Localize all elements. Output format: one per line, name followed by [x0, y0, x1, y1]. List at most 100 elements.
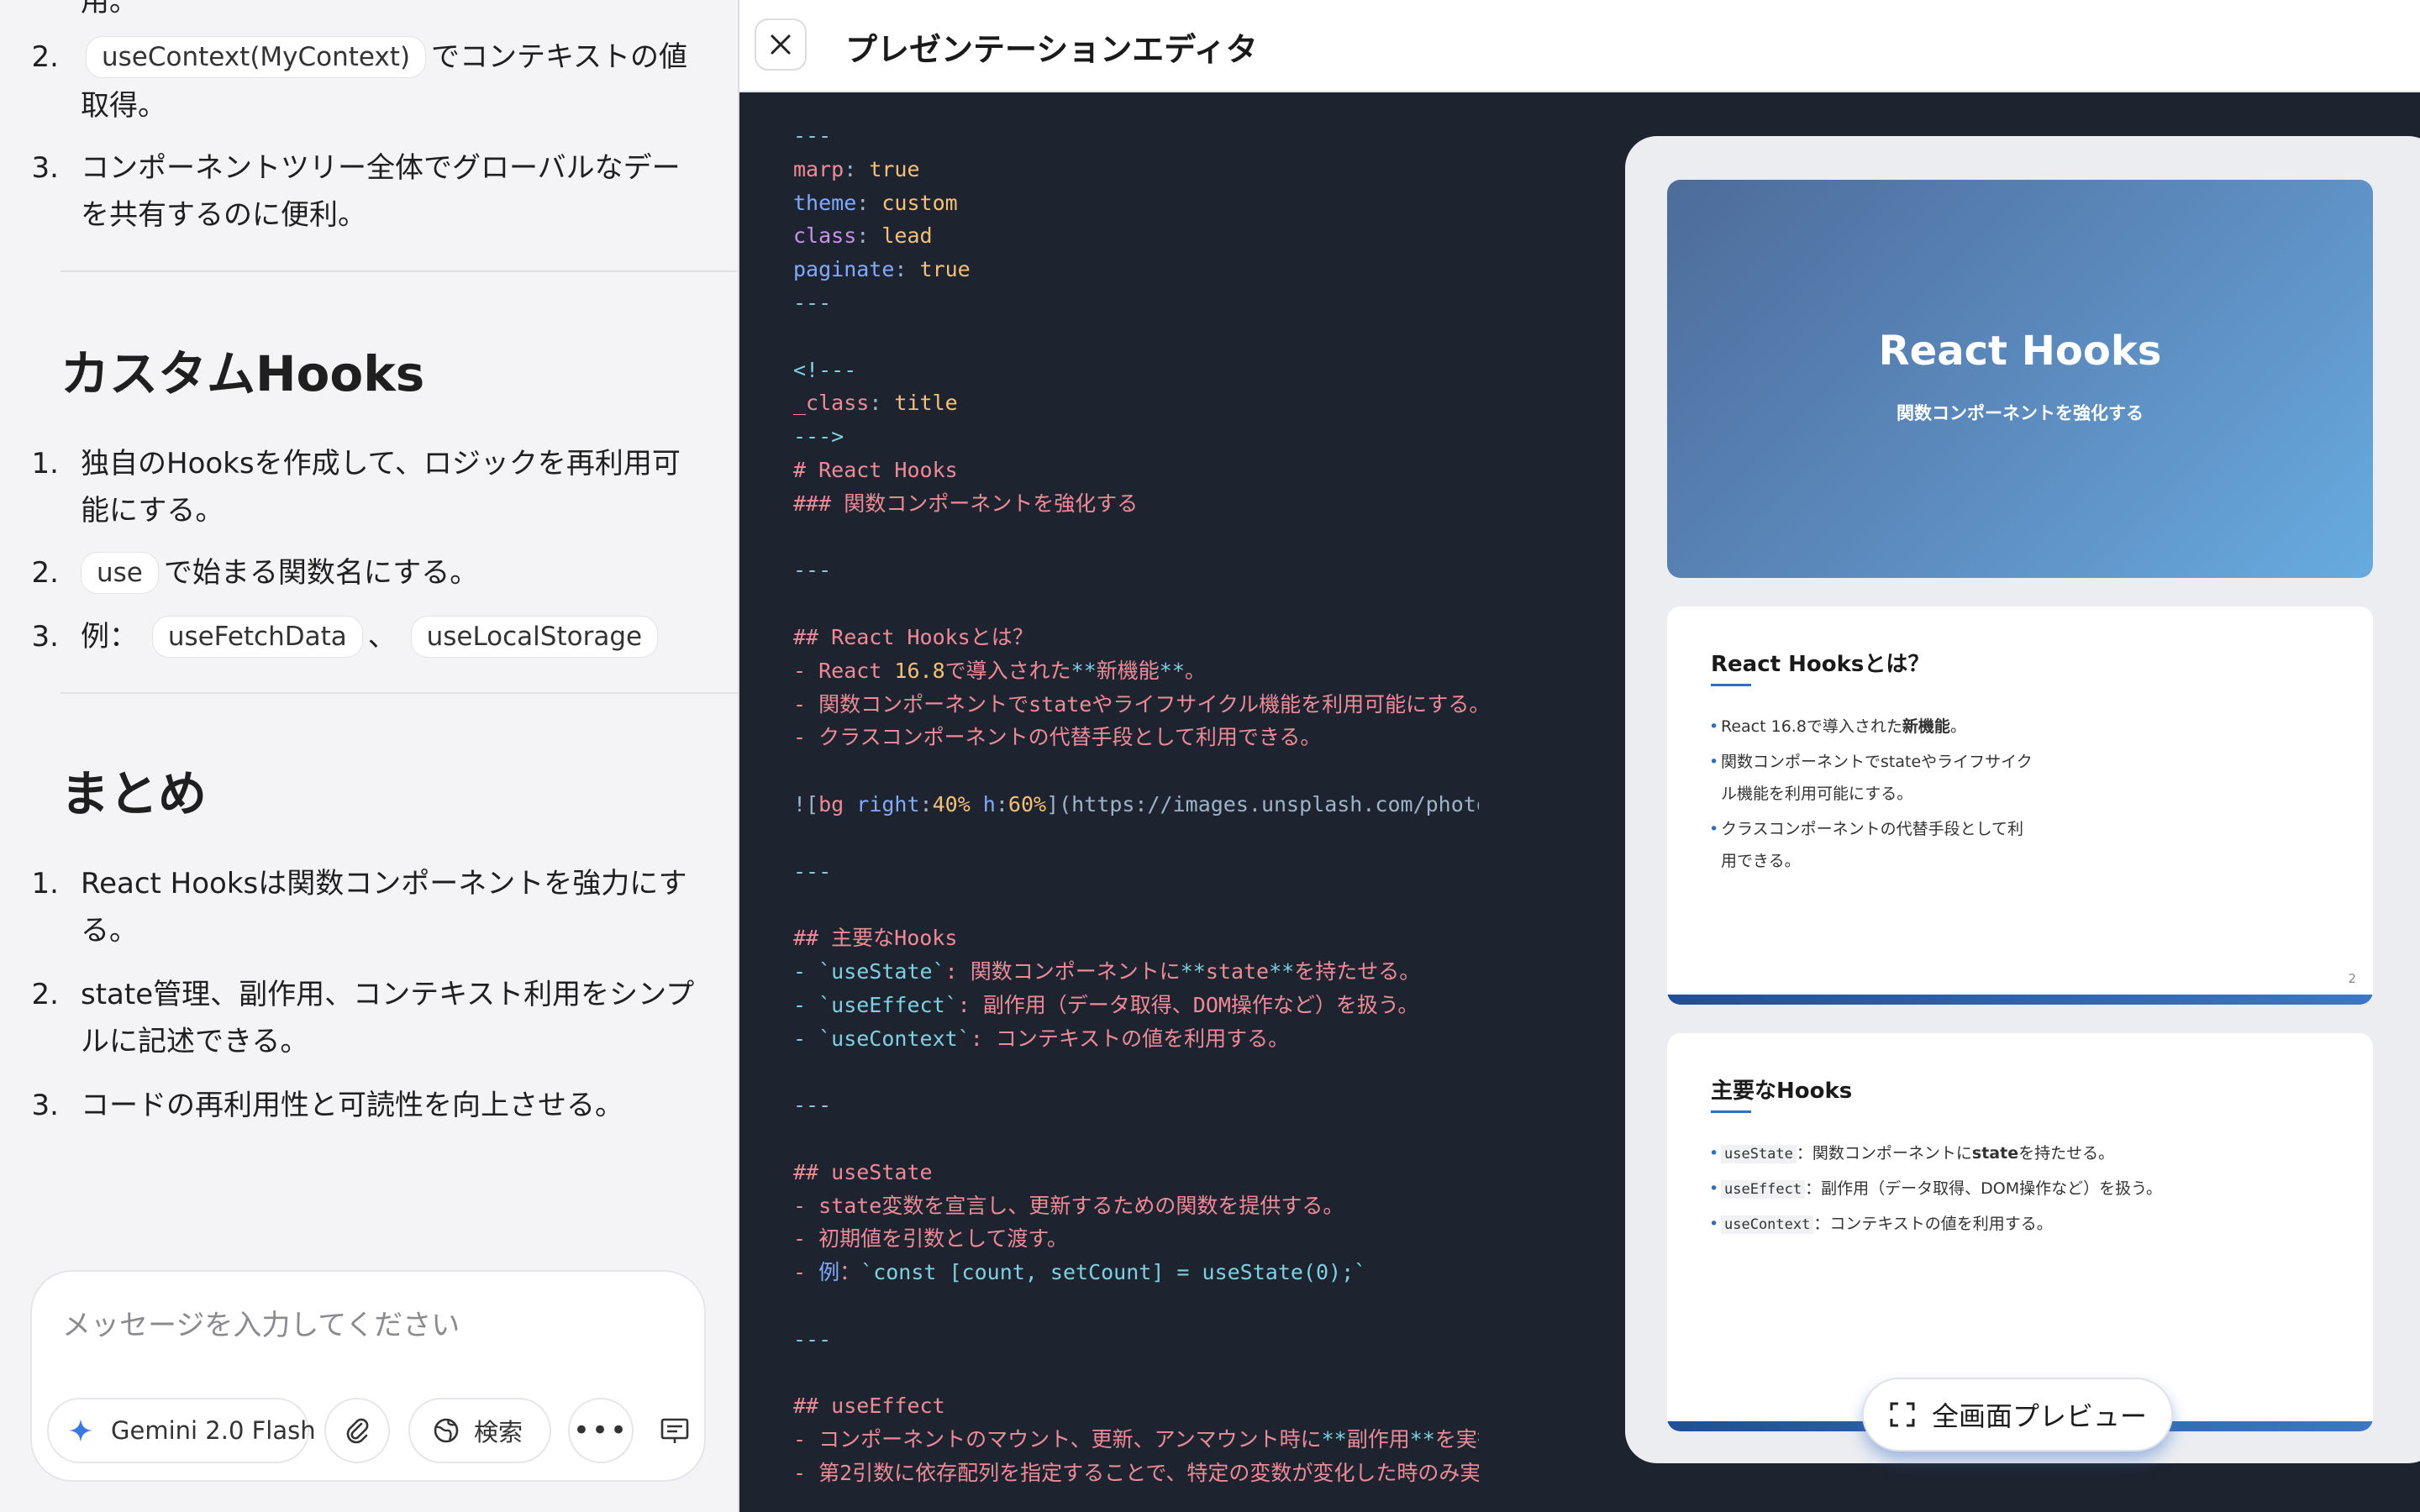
code-line[interactable]: [793, 888, 1479, 921]
code-line[interactable]: <!---: [793, 354, 1479, 387]
code-token: right: [856, 791, 920, 816]
list-item-continued: る。: [81, 914, 138, 948]
slide-bullet: • useState ：関数コンポーネントにstateを持たせる。: [1709, 1144, 2115, 1163]
code-token: class: [793, 223, 857, 249]
markdown-code-editor[interactable]: --- marp: true theme: custom class: lead pag…: [793, 119, 1479, 1512]
code-token: custom: [881, 190, 958, 215]
code-line[interactable]: paginate: true: [793, 253, 1479, 286]
slide-footer-bar: [1667, 995, 2373, 1005]
code-line[interactable]: - `useEffect`: 副作用（データ取得、DOM操作など）を扱う。: [793, 989, 1479, 1022]
code-line[interactable]: - クラスコンポーネントの代替手段として利用できる。: [793, 721, 1479, 754]
code-token: :: [894, 257, 920, 282]
message-input[interactable]: メッセージを入力してください: [62, 1302, 460, 1343]
code-line[interactable]: - `useContext`: コンテキストの値を利用する。: [793, 1022, 1479, 1056]
model-label: Gemini 2.0 Flash: [111, 1416, 316, 1445]
slides-icon[interactable]: [659, 1415, 691, 1450]
code-token: : 関数コンポーネントに: [944, 958, 1181, 984]
code-line[interactable]: marp: true: [793, 153, 1479, 186]
code-line[interactable]: [793, 1055, 1479, 1089]
code-line[interactable]: [793, 521, 1479, 554]
slide-bullet: • 関数コンポーネントでstateやライフサイク ル機能を利用可能にする。: [1709, 753, 2033, 803]
code-token: :: [919, 791, 933, 816]
code-line[interactable]: --->: [793, 420, 1479, 454]
message-composer[interactable]: メッセージを入力してください Gemini 2.0 Flash 検索 •••: [30, 1270, 706, 1482]
code-line[interactable]: ## React Hooksとは？: [793, 621, 1479, 654]
code-line[interactable]: ### 関数コンポーネントを強化する: [793, 487, 1479, 521]
slide-preview-pane[interactable]: React Hooks 関数コンポーネントを強化する React Hooksとは…: [1625, 136, 2420, 1463]
code-line[interactable]: - React 16.8で導入された**新機能**。: [793, 654, 1479, 688]
inline-code: use: [81, 552, 159, 594]
code-line[interactable]: - 例：`const [count, setCount] = useState(…: [793, 1256, 1479, 1289]
code-line[interactable]: - 関数コンポーネントでstateやライフサイクル機能を利用可能にする。: [793, 688, 1479, 722]
code-token: **: [1269, 958, 1295, 984]
slide-bullet: • クラスコンポーネントの代替手段として利 用できる。: [1709, 820, 2024, 870]
code-token: ## useState: [793, 1159, 933, 1184]
search-button[interactable]: 検索: [408, 1398, 551, 1463]
code-token: 例: [818, 1260, 840, 1285]
code-line[interactable]: - `useState`: 関数コンポーネントに**state**を持たせる。: [793, 955, 1479, 989]
code-line[interactable]: ---: [793, 119, 1479, 153]
model-selector-button[interactable]: Gemini 2.0 Flash: [47, 1398, 316, 1463]
code-line[interactable]: - コンポーネントのマウント、更新、アンマウント時に**副作用**を実行: [793, 1423, 1479, 1457]
section-heading: カスタムHooks: [60, 345, 425, 402]
inline-code: useFetchData: [151, 616, 363, 658]
code-token: true: [919, 257, 971, 282]
list-item: 1. React Hooksは関数コンポーネントを強力にす: [31, 867, 687, 900]
slide-title[interactable]: React Hooks 関数コンポーネントを強化する: [1667, 180, 2373, 578]
code-token: 40%: [932, 791, 971, 816]
slide-what-is-hooks[interactable]: React Hooksとは？ • React 16.8で導入された新機能。 • 関数…: [1667, 606, 2373, 1005]
editor-title: プレゼンテーションエディタ: [845, 31, 1258, 68]
chat-panel: 用。 2. useContext(MyContext) でコンテキストの値 取得。…: [0, 0, 738, 1512]
close-button[interactable]: [755, 18, 807, 71]
fullscreen-preview-button[interactable]: 全画面プレビュー: [1862, 1378, 2173, 1452]
code-token: ## 主要なHooks: [793, 926, 958, 951]
page-number: 2: [2348, 971, 2356, 986]
code-token: true: [869, 156, 920, 181]
list-item-continued: ルに記述できる。: [81, 1025, 309, 1058]
code-line[interactable]: ## useState: [793, 1156, 1479, 1189]
code-line[interactable]: ---: [793, 855, 1479, 889]
code-token: - React: [793, 658, 895, 683]
fullscreen-icon: [1888, 1400, 1917, 1429]
code-line[interactable]: ---: [793, 286, 1479, 320]
close-icon: [768, 32, 793, 57]
code-line[interactable]: [793, 754, 1479, 788]
paperclip-icon: [343, 1416, 371, 1445]
code-line[interactable]: [793, 320, 1479, 354]
code-line[interactable]: # React Hooks: [793, 454, 1479, 487]
code-line[interactable]: [793, 587, 1479, 621]
code-line[interactable]: ---: [793, 1323, 1479, 1357]
code-line[interactable]: ## useEffect: [793, 1389, 1479, 1423]
list-item: 2. state管理、副作用、コンテキスト利用をシンプ: [31, 978, 695, 1011]
list-item: 2. useContext(MyContext) でコンテキストの値: [32, 34, 719, 81]
code-line[interactable]: ---: [793, 1089, 1479, 1122]
code-line[interactable]: - state変数を宣言し、更新するための関数を提供する。: [793, 1189, 1479, 1223]
code-line[interactable]: [793, 822, 1479, 855]
code-line[interactable]: ---: [793, 554, 1479, 587]
code-token: : 副作用（データ取得、DOM操作など）を扱う。: [957, 992, 1419, 1017]
list-item-continued: 取得。: [81, 89, 166, 123]
code-line[interactable]: [793, 1122, 1479, 1156]
code-line[interactable]: - 第2引数に依存配列を指定することで、特定の変数が変化した時のみ実行: [793, 1457, 1479, 1490]
code-line[interactable]: [793, 1356, 1479, 1389]
code-line[interactable]: [793, 1289, 1479, 1323]
code-line[interactable]: ## 主要なHooks: [793, 921, 1479, 955]
more-button[interactable]: •••: [568, 1398, 634, 1463]
code-line[interactable]: theme: custom: [793, 186, 1479, 220]
slide-main-hooks[interactable]: 主要なHooks • useState ：関数コンポーネントにstateを持たせる。…: [1667, 1033, 2373, 1431]
code-line[interactable]: class: lead: [793, 219, 1479, 253]
code-line[interactable]: _class: title: [793, 386, 1479, 420]
code-token: ---: [793, 290, 832, 315]
attach-button[interactable]: [324, 1398, 390, 1463]
code-token: - クラスコンポーネントの代替手段として利用できる。: [793, 725, 1322, 750]
presentation-editor: プレゼンテーションエディタ --- marp: true theme: custom…: [738, 0, 2420, 1512]
code-token: **: [1409, 1427, 1435, 1452]
code-line[interactable]: ![bg right:40% h:60%](https://images.uns…: [793, 788, 1479, 822]
code-token: 新機能: [1096, 658, 1160, 683]
code-token: -: [793, 1260, 819, 1285]
code-token: theme: [793, 190, 857, 215]
list-item-continued: を共有するのに便利。: [81, 198, 366, 232]
code-token: _class: [793, 391, 870, 416]
code-token: - `useEffect`: [793, 992, 958, 1017]
code-line[interactable]: - 初期値を引数として渡す。: [793, 1222, 1479, 1256]
